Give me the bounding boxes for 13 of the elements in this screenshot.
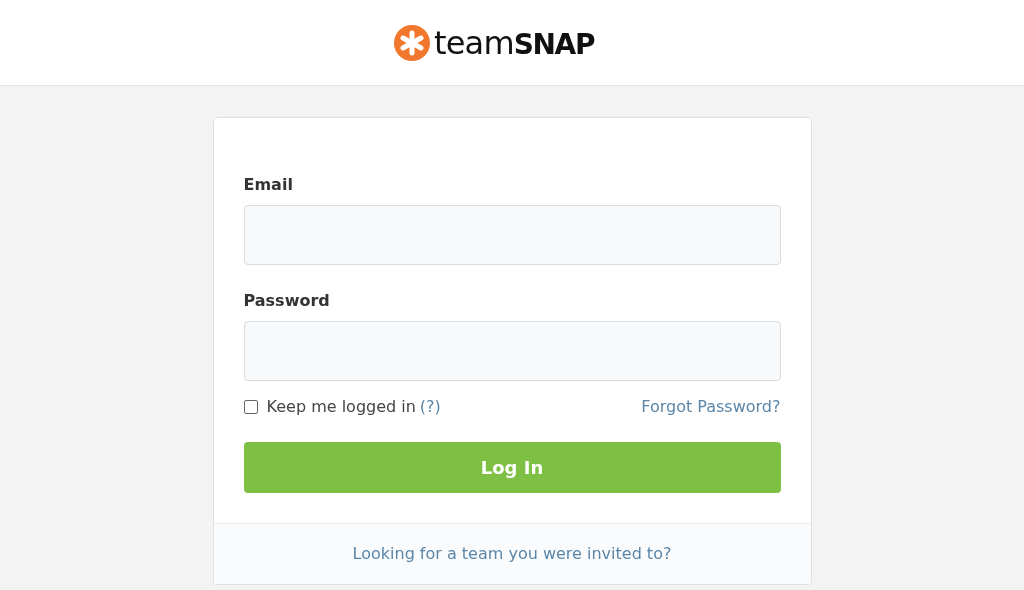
login-button[interactable]: Log In	[243, 442, 781, 493]
help-link[interactable]: (?)	[419, 395, 441, 419]
field-label: Password	[243, 290, 331, 312]
logo-text: SNAP	[513, 30, 594, 59]
checkbox-label: Keep me logged in	[266, 396, 416, 418]
checkbox[interactable]	[243, 400, 258, 414]
forgot-password-link[interactable]: Forgot Password?	[641, 395, 781, 419]
input-field[interactable]	[243, 321, 781, 381]
invited-team-link[interactable]: Looking for a team you were invited to?	[352, 542, 672, 566]
logo-text: team	[434, 26, 514, 59]
input-field[interactable]	[243, 205, 781, 265]
asterisk-logo-icon	[394, 24, 430, 61]
field-label: Email	[243, 174, 294, 196]
